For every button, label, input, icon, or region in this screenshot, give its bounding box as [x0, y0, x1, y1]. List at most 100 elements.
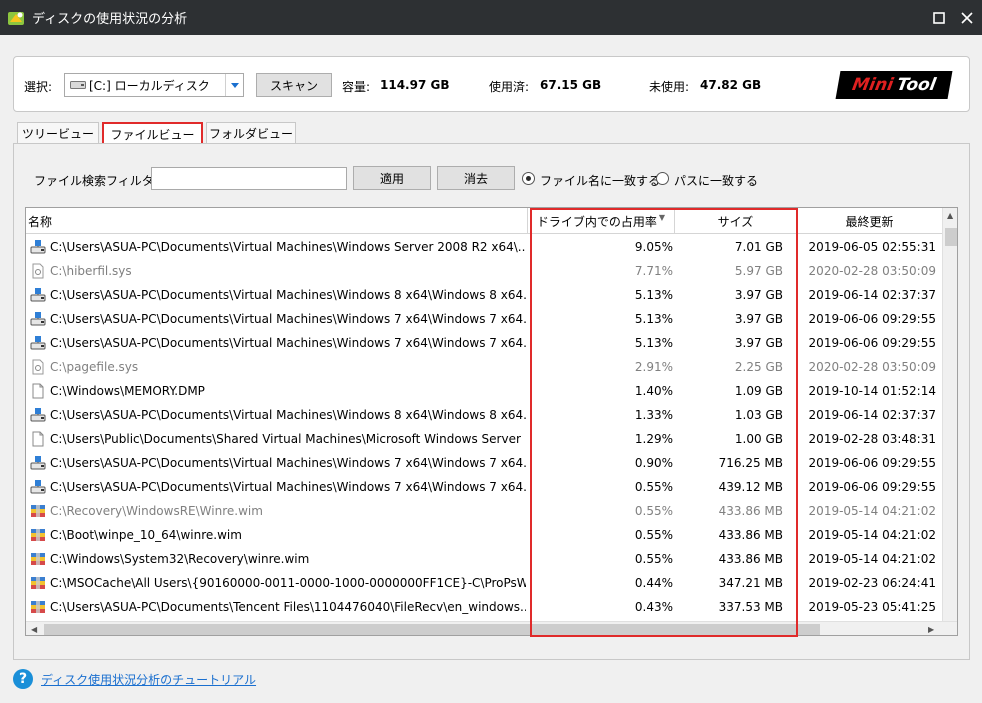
- capacity-label: 容量:: [342, 80, 371, 94]
- scroll-right-icon[interactable]: ▶: [928, 625, 934, 634]
- tab-tree-view[interactable]: ツリービュー: [17, 122, 99, 144]
- usage-percent: 5.13%: [634, 312, 673, 326]
- last-modified: 2019-06-14 02:37:37: [808, 288, 936, 302]
- usage-percent: 9.05%: [634, 240, 673, 254]
- column-header-percent[interactable]: ドライブ内での占用率 ▼: [528, 208, 675, 234]
- column-header-size-label: サイズ: [717, 214, 754, 229]
- file-size: 433.86 MB: [718, 552, 783, 566]
- table-row[interactable]: C:\Boot\winpe_10_64\winre.wim 0.55% 433.86…: [26, 523, 942, 547]
- file-path: C:\Windows\MEMORY.DMP: [50, 384, 205, 398]
- table-row[interactable]: C:\Users\ASUA-PC\Documents\Virtual Machi…: [26, 283, 942, 307]
- clear-button[interactable]: 消去: [437, 166, 515, 190]
- vm-disk-icon: [30, 407, 46, 423]
- unused-label: 未使用:: [649, 80, 690, 94]
- file-size: 337.53 MB: [718, 600, 783, 614]
- file-path: C:\Recovery\WindowsRE\Winre.wim: [50, 504, 263, 518]
- logo-tool-text: Tool: [895, 75, 938, 95]
- usage-percent: 0.55%: [634, 504, 673, 518]
- archive-icon: [30, 551, 46, 567]
- vertical-scroll-thumb[interactable]: [945, 228, 957, 246]
- radio-match-name[interactable]: [522, 172, 535, 185]
- tutorial-link[interactable]: ディスク使用状況分析のチュートリアル: [41, 671, 256, 688]
- table-row[interactable]: C:\Users\ASUA-PC\Documents\Tencent Files…: [26, 595, 942, 619]
- title-bar: ディスクの使用状況の分析: [0, 0, 982, 35]
- last-modified: 2019-05-23 05:41:25: [808, 600, 936, 614]
- usage-percent: 1.40%: [634, 384, 673, 398]
- scan-button[interactable]: スキャン: [256, 73, 332, 97]
- chevron-down-icon[interactable]: [225, 74, 243, 96]
- tab-folder-view[interactable]: フォルダビュー: [206, 122, 296, 144]
- archive-icon: [30, 599, 46, 615]
- document-icon: [30, 383, 46, 399]
- file-path: C:\MSOCache\All Users\{90160000-0011-000…: [50, 576, 526, 590]
- table-row[interactable]: C:\Users\ASUA-PC\Documents\Virtual Machi…: [26, 475, 942, 499]
- column-header-size[interactable]: サイズ: [675, 208, 797, 234]
- archive-icon: [30, 575, 46, 591]
- file-path: C:\Users\ASUA-PC\Documents\Virtual Machi…: [50, 480, 526, 494]
- table-row[interactable]: C:\Users\ASUA-PC\Documents\Virtual Machi…: [26, 235, 942, 259]
- select-label: 選択:: [24, 80, 53, 94]
- usage-percent: 0.55%: [634, 528, 673, 542]
- file-path: C:\Users\ASUA-PC\Documents\Virtual Machi…: [50, 456, 526, 470]
- apply-button[interactable]: 適用: [353, 166, 431, 190]
- file-path: C:\pagefile.sys: [50, 360, 139, 374]
- last-modified: 2019-05-14 04:21:02: [808, 528, 936, 542]
- usage-percent: 0.90%: [634, 456, 673, 470]
- close-icon: [961, 11, 973, 24]
- table-row[interactable]: C:\pagefile.sys 2.91% 2.25 GB 2020-02-28 03…: [26, 355, 942, 379]
- help-icon[interactable]: ?: [13, 669, 33, 689]
- sort-desc-icon: ▼: [658, 212, 666, 222]
- table-row[interactable]: C:\Users\ASUA-PC\Documents\Virtual Machi…: [26, 451, 942, 475]
- used-value: 67.15 GB: [540, 78, 602, 92]
- vertical-scrollbar[interactable]: ▲: [942, 208, 957, 621]
- horizontal-scroll-thumb[interactable]: [44, 624, 820, 635]
- last-modified: 2020-02-28 03:50:09: [808, 360, 936, 374]
- file-size: 439.12 MB: [718, 480, 783, 494]
- close-button[interactable]: [950, 0, 982, 35]
- column-header-name-label: 名称: [28, 214, 53, 229]
- table-header: 名称 ドライブ内での占用率 ▼ サイズ 最終更新: [26, 208, 942, 234]
- filter-input[interactable]: [151, 167, 347, 190]
- radio-match-name-label[interactable]: ファイル名に一致する: [540, 172, 660, 189]
- table-row[interactable]: C:\Users\ASUA-PC\Documents\Virtual Machi…: [26, 403, 942, 427]
- last-modified: 2019-06-06 09:29:55: [808, 336, 936, 350]
- table-row[interactable]: C:\hiberfil.sys 7.71% 5.97 GB 2020-02-28 03…: [26, 259, 942, 283]
- app-logo-icon: [8, 11, 24, 25]
- file-path: C:\Users\ASUA-PC\Documents\Virtual Machi…: [50, 240, 526, 254]
- table-row[interactable]: C:\MSOCache\All Users\{90160000-0011-000…: [26, 571, 942, 595]
- file-size: 2.25 GB: [734, 360, 783, 374]
- file-path: C:\Users\ASUA-PC\Documents\Virtual Machi…: [50, 336, 526, 350]
- last-modified: 2019-05-14 04:21:02: [808, 552, 936, 566]
- used-label: 使用済:: [489, 80, 530, 94]
- table-row[interactable]: C:\Users\Public\Documents\Shared Virtual…: [26, 427, 942, 451]
- vm-disk-icon: [30, 455, 46, 471]
- radio-match-path[interactable]: [656, 172, 669, 185]
- last-modified: 2019-02-23 06:24:41: [808, 576, 936, 590]
- horizontal-scrollbar[interactable]: ◀ ▶: [26, 621, 957, 635]
- document-icon: [30, 431, 46, 447]
- table-row[interactable]: C:\Windows\MEMORY.DMP 1.40% 1.09 GB 2019-10…: [26, 379, 942, 403]
- file-size: 433.86 MB: [718, 528, 783, 542]
- unused-value: 47.82 GB: [700, 78, 762, 92]
- column-header-name[interactable]: 名称: [26, 208, 528, 234]
- table-row[interactable]: C:\Windows\System32\Recovery\winre.wim 0.…: [26, 547, 942, 571]
- scroll-left-icon[interactable]: ◀: [31, 625, 37, 634]
- radio-match-path-label[interactable]: パスに一致する: [674, 172, 758, 189]
- table-row[interactable]: C:\Recovery\WindowsRE\Winre.wim 0.55% 433.…: [26, 499, 942, 523]
- column-header-modified[interactable]: 最終更新: [797, 208, 942, 234]
- file-path: C:\Users\ASUA-PC\Documents\Tencent Files…: [50, 600, 526, 614]
- table-row[interactable]: C:\Users\ASUA-PC\Documents\Virtual Machi…: [26, 307, 942, 331]
- archive-icon: [30, 527, 46, 543]
- usage-percent: 0.55%: [634, 480, 673, 494]
- last-modified: 2020-02-28 03:50:09: [808, 264, 936, 278]
- last-modified: 2019-06-05 02:55:31: [808, 240, 936, 254]
- drive-select[interactable]: [C:] ローカルディスク: [64, 73, 244, 97]
- scroll-up-icon[interactable]: ▲: [947, 211, 953, 220]
- file-path: C:\Users\Public\Documents\Shared Virtual…: [50, 432, 526, 446]
- file-size: 347.21 MB: [718, 576, 783, 590]
- table-row[interactable]: C:\Users\ASUA-PC\Documents\Virtual Machi…: [26, 331, 942, 355]
- minitool-logo: Mini Tool: [835, 71, 953, 99]
- file-size: 3.97 GB: [734, 312, 783, 326]
- file-path: C:\Windows\System32\Recovery\winre.wim: [50, 552, 310, 566]
- tab-file-view[interactable]: ファイルビュー: [102, 122, 203, 145]
